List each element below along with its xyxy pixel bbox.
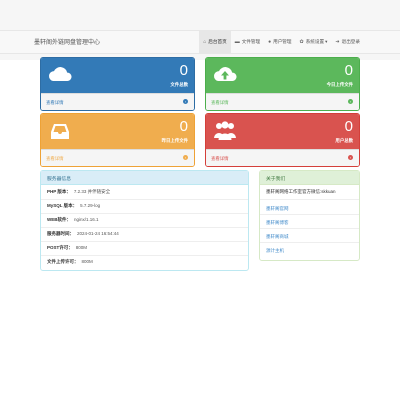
link-blog[interactable]: 墨轩阁博客 xyxy=(266,220,289,226)
info-key: 服务器时间： xyxy=(47,231,74,236)
arrow-circle-right-icon: › xyxy=(348,155,353,160)
divider xyxy=(41,213,248,214)
link-official-site[interactable]: 墨轩阁官网 xyxy=(266,206,289,212)
nav-home-label: 后台首页 xyxy=(208,39,227,44)
info-row-web: WEB软件： nginx/1.16.1 xyxy=(47,217,99,223)
stat-value: 0 xyxy=(179,118,188,135)
about-panel: 关于我们 墨轩阁网络工作室官方微信:skkuan 墨轩阁官网 墨轩阁博客 墨轩阁… xyxy=(259,170,360,261)
info-value: 2024-01-24 16:54:44 xyxy=(77,231,119,236)
view-details-text: 查看详情 xyxy=(211,156,229,161)
view-details-link[interactable]: 查看详情 › xyxy=(41,93,194,110)
cloud-icon xyxy=(48,67,72,81)
stat-card-yesterday-uploads: 0 昨日上传文件 查看详情 › xyxy=(40,113,195,167)
stat-label: 文件总数 xyxy=(170,82,188,87)
divider xyxy=(41,255,248,256)
arrow-circle-right-icon: › xyxy=(183,155,188,160)
arrow-circle-right-icon: › xyxy=(348,99,353,104)
stat-label: 用户总数 xyxy=(335,138,353,143)
logout-icon: ➜ xyxy=(335,39,340,45)
nav-users-label: 用户管理 xyxy=(273,39,292,44)
stat-value: 0 xyxy=(344,118,353,135)
divider xyxy=(260,228,359,229)
stat-card-today-uploads: 0 今日上传文件 查看详情 › xyxy=(205,57,360,111)
users-icon: ● xyxy=(268,39,272,45)
divider xyxy=(41,199,248,200)
info-key: MySQL 版本： xyxy=(47,203,78,208)
about-wechat-text: 墨轩阁网络工作室官方微信:skkuan xyxy=(266,189,336,194)
stat-value: 0 xyxy=(179,62,188,79)
info-row-upload: 文件上传许可： 800M xyxy=(47,259,93,265)
view-details-text: 查看详情 xyxy=(46,156,64,161)
folder-icon: ▬ xyxy=(234,39,240,45)
main-nav: ⌂ 后台首页 ▬ 文件管理 ● 用户管理 ✿ 系统设置 ▾ ➜ 退出登录 xyxy=(199,31,364,53)
stat-label: 今日上传文件 xyxy=(326,82,353,87)
link-shop[interactable]: 墨轩阁商城 xyxy=(266,234,289,240)
info-value: 800M xyxy=(75,245,88,250)
server-info-panel: 服务器信息 PHP 版本： 7.2.33 并伴随安全 MySQL 版本： 5.7.2… xyxy=(40,170,249,271)
gear-icon: ✿ xyxy=(299,39,304,45)
stat-value: 0 xyxy=(344,62,353,79)
divider xyxy=(260,214,359,215)
chevron-down-icon: ▾ xyxy=(325,39,328,44)
nav-files-label: 文件管理 xyxy=(241,39,261,44)
info-value: 7.2.33 并伴随安全 xyxy=(73,189,111,194)
info-value: 800M xyxy=(81,259,93,264)
nav-logout-label: 退出登录 xyxy=(341,39,360,44)
info-key: PHP 版本： xyxy=(47,189,71,194)
nav-settings[interactable]: ✿ 系统设置 ▾ xyxy=(296,31,332,53)
info-key: POST许可： xyxy=(47,245,73,250)
brand-title[interactable]: 墨轩阁外链网盘管理中心 xyxy=(34,37,100,46)
info-key: 文件上传许可： xyxy=(47,259,79,264)
home-icon: ⌂ xyxy=(203,39,207,45)
panel-title: 服务器信息 xyxy=(47,177,71,182)
info-key: WEB软件： xyxy=(47,217,71,222)
info-row-time: 服务器时间： 2024-01-24 16:54:44 xyxy=(47,231,119,237)
arrow-circle-right-icon: › xyxy=(183,99,188,104)
view-details-link[interactable]: 查看详情 › xyxy=(206,93,359,110)
stat-label: 昨日上传文件 xyxy=(161,138,188,143)
cloud-upload-icon xyxy=(213,67,237,81)
divider xyxy=(260,199,359,200)
view-details-link[interactable]: 查看详情 › xyxy=(206,149,359,166)
panel-title: 关于我们 xyxy=(266,177,286,182)
info-row-post: POST许可： 800M xyxy=(47,245,87,251)
info-row-php: PHP 版本： 7.2.33 并伴随安全 xyxy=(47,189,110,195)
info-value: 5.7.29-log xyxy=(80,203,101,208)
link-host[interactable]: 源计主机 xyxy=(266,248,284,254)
stat-card-users: 0 用户总数 查看详情 › xyxy=(205,113,360,167)
view-details-text: 查看详情 xyxy=(211,100,229,105)
view-details-text: 查看详情 xyxy=(46,100,64,105)
nav-home[interactable]: ⌂ 后台首页 xyxy=(199,31,231,53)
divider xyxy=(260,242,359,243)
nav-users[interactable]: ● 用户管理 xyxy=(264,31,295,53)
top-bar: 墨轩阁外链网盘管理中心 ⌂ 后台首页 ▬ 文件管理 ● 用户管理 ✿ 系统设置 … xyxy=(0,0,400,60)
users-icon xyxy=(214,121,236,140)
view-details-link[interactable]: 查看详情 › xyxy=(41,149,194,166)
inbox-icon xyxy=(51,124,69,139)
stat-card-files: 0 文件总数 查看详情 › xyxy=(40,57,195,111)
nav-files[interactable]: ▬ 文件管理 xyxy=(231,31,264,53)
info-value: nginx/1.16.1 xyxy=(74,217,99,222)
navbar: 墨轩阁外链网盘管理中心 ⌂ 后台首页 ▬ 文件管理 ● 用户管理 ✿ 系统设置 … xyxy=(0,30,400,54)
info-row-mysql: MySQL 版本： 5.7.29-log xyxy=(47,203,100,209)
divider xyxy=(41,227,248,228)
divider xyxy=(41,241,248,242)
nav-settings-label: 系统设置 xyxy=(305,39,325,44)
nav-logout[interactable]: ➜ 退出登录 xyxy=(331,31,364,53)
